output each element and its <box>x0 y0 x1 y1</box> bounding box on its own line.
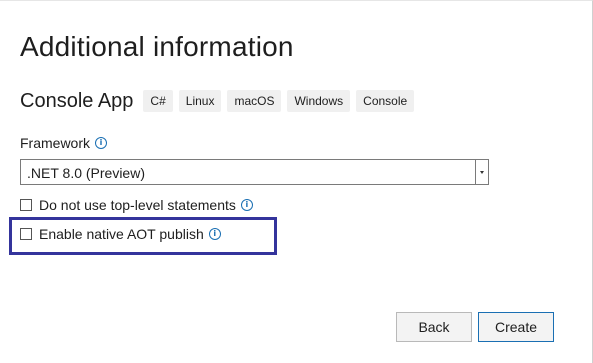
back-button[interactable]: Back <box>396 312 472 342</box>
tag-project-type: Console <box>356 90 415 112</box>
tag-platform-linux: Linux <box>178 90 222 112</box>
chevron-down-icon[interactable] <box>475 160 488 184</box>
additional-information-dialog: Additional information Console App C# Li… <box>0 0 593 363</box>
create-button[interactable]: Create <box>478 312 554 342</box>
tag-language: C# <box>143 90 173 112</box>
template-name: Console App <box>20 89 134 112</box>
framework-select[interactable]: .NET 8.0 (Preview) <box>20 159 489 185</box>
top-level-statements-checkbox[interactable] <box>20 199 32 211</box>
framework-label: Framework <box>20 135 91 151</box>
info-icon[interactable]: i <box>95 137 108 149</box>
template-summary: Console App C# Linux macOS Windows Conso… <box>20 88 420 114</box>
top-level-statements-label[interactable]: Do not use top-level statements <box>39 197 236 213</box>
option-top-level-statements[interactable]: Do not use top-level statements i <box>20 197 253 213</box>
framework-label-row: Framework i <box>20 135 108 151</box>
info-icon[interactable]: i <box>240 199 253 211</box>
tag-platform-macos: macOS <box>227 90 282 112</box>
tag-platform-windows: Windows <box>287 90 351 112</box>
framework-selected-value: .NET 8.0 (Preview) <box>27 165 145 181</box>
highlight-box <box>9 217 277 255</box>
page-title: Additional information <box>20 31 294 62</box>
